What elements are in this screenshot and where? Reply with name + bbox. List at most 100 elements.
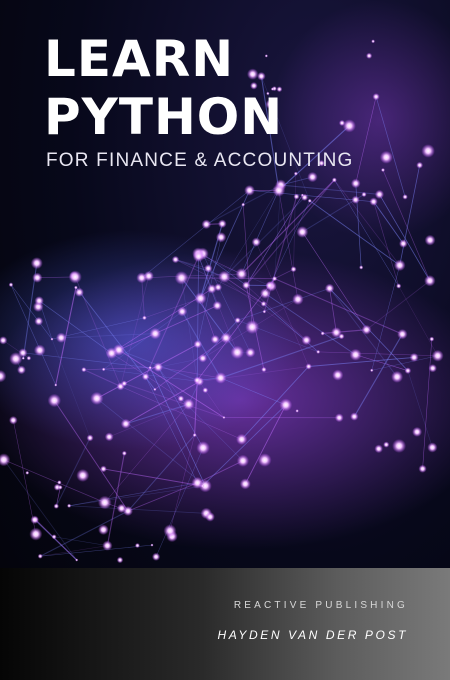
network-node (424, 275, 436, 287)
network-node (101, 367, 106, 372)
network-node (222, 415, 226, 419)
network-node (416, 161, 424, 169)
network-node (296, 226, 309, 238)
network-node (241, 202, 246, 207)
network-node (30, 515, 40, 525)
network-node (307, 198, 312, 203)
network-node (397, 328, 408, 340)
network-node (361, 191, 367, 198)
network-node (142, 315, 147, 321)
network-node (202, 387, 209, 394)
network-node (236, 454, 250, 467)
network-node (8, 415, 18, 425)
network-node (196, 441, 210, 455)
network-node (198, 353, 208, 363)
network-node (200, 484, 204, 488)
book-subtitle: FOR FINANCE & ACCOUNTING (46, 150, 354, 171)
network-node (301, 335, 312, 346)
network-node (214, 372, 227, 384)
network-node (151, 552, 161, 561)
network-node (104, 432, 114, 442)
network-node (205, 512, 215, 522)
network-node (320, 331, 325, 336)
network-node (148, 366, 152, 370)
network-node (393, 259, 406, 272)
network-node (32, 272, 43, 283)
network-node (47, 393, 62, 408)
network-node (331, 327, 342, 338)
network-node (242, 281, 251, 290)
network-node (374, 444, 384, 454)
network-node (359, 265, 364, 270)
network-node (244, 184, 255, 196)
network-node (33, 344, 46, 357)
network-node (143, 270, 154, 282)
network-node (75, 558, 79, 562)
network-node (171, 255, 180, 264)
network-node (17, 365, 26, 375)
network-node (74, 285, 78, 290)
network-node (210, 334, 220, 344)
network-node (58, 485, 63, 490)
network-node (116, 503, 127, 514)
network-node (245, 320, 260, 335)
network-node (141, 372, 150, 381)
network-node (392, 438, 407, 453)
network-node (349, 348, 362, 361)
network-node (293, 193, 300, 200)
network-node (427, 442, 438, 453)
title-line-2: PYTHON (44, 88, 284, 146)
network-node (57, 480, 62, 485)
network-node (37, 553, 43, 559)
network-node (350, 412, 359, 421)
network-node (396, 283, 402, 289)
network-node (163, 524, 177, 538)
book-title: LEARN PYTHON (44, 30, 283, 146)
network-node (212, 300, 222, 311)
network-node (30, 257, 43, 270)
cover-footer: REACTIVE PUBLISHING HAYDEN VAN DER POST (0, 568, 450, 680)
network-node (409, 352, 419, 362)
network-node (34, 296, 44, 306)
network-node (342, 119, 356, 133)
network-node (265, 281, 274, 290)
network-node (150, 543, 154, 547)
network-node (18, 348, 28, 358)
network-node (198, 479, 212, 493)
network-node (50, 337, 54, 341)
network-node (262, 309, 267, 314)
network-node (245, 347, 256, 358)
network-node (76, 468, 90, 482)
title-line-1: LEARN (44, 30, 235, 88)
network-node (218, 219, 227, 229)
network-node (374, 189, 385, 199)
network-node (56, 332, 67, 343)
network-node (102, 540, 113, 551)
network-node (421, 144, 435, 158)
network-node (369, 197, 378, 206)
network-node (301, 193, 309, 201)
network-node (383, 441, 390, 448)
network-node (332, 369, 344, 381)
network-node (153, 387, 157, 392)
network-node (334, 413, 344, 423)
network-node (54, 383, 58, 387)
network-node (149, 327, 162, 340)
network-node (177, 306, 188, 317)
network-node (193, 376, 201, 385)
network-node (218, 270, 231, 283)
network-node (424, 234, 436, 246)
network-node (429, 336, 435, 342)
network-node (431, 349, 444, 362)
network-node (177, 395, 185, 402)
network-node (404, 367, 412, 374)
network-node (194, 292, 207, 305)
network-node (214, 283, 223, 292)
network-node (34, 316, 44, 326)
author-name: HAYDEN VAN DER POST (217, 628, 408, 642)
network-node (8, 282, 14, 288)
network-node (338, 119, 346, 127)
network-node (391, 370, 404, 383)
network-node (26, 355, 32, 361)
network-node (371, 39, 376, 44)
